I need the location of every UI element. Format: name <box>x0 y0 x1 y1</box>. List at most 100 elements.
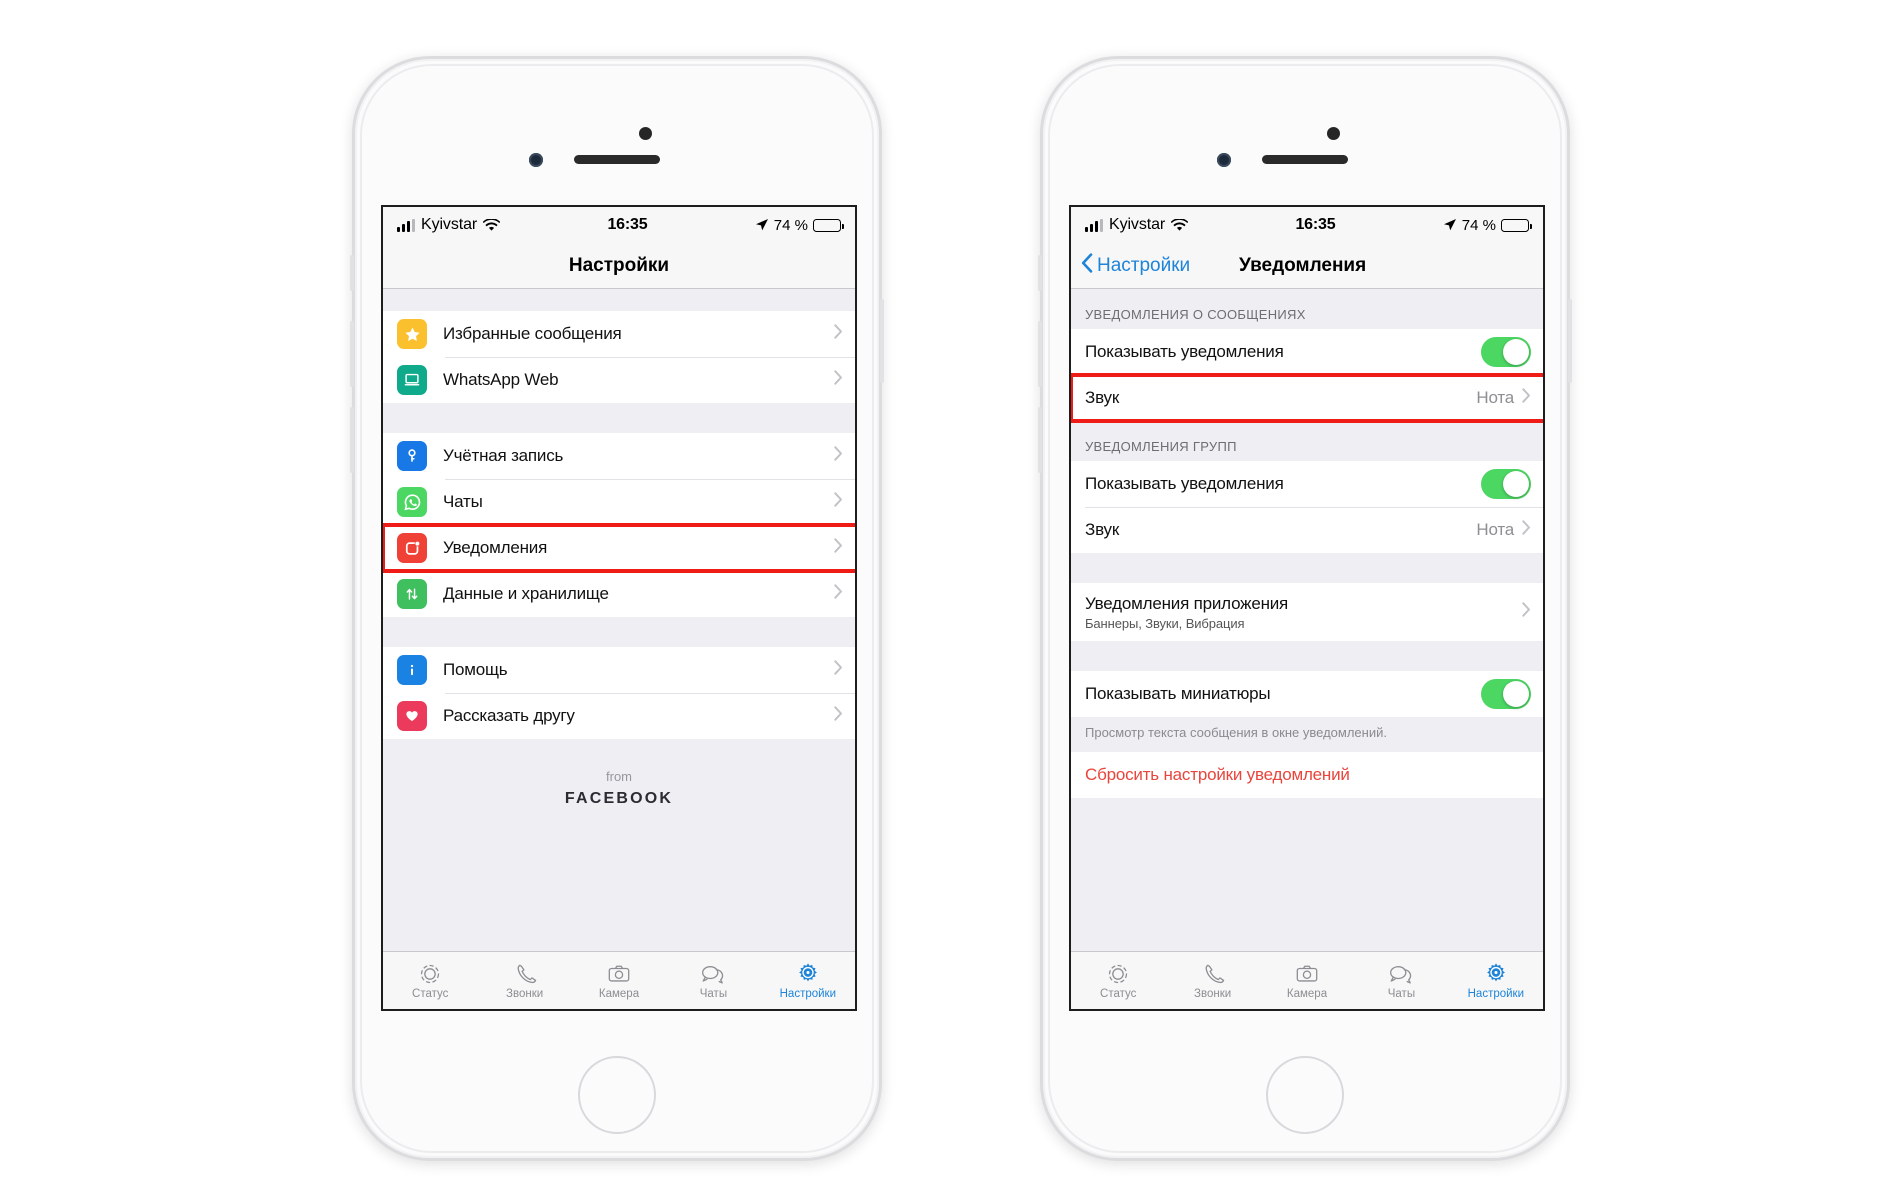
row-notifications[interactable]: Уведомления <box>383 525 855 571</box>
chat-bubbles-icon <box>700 962 726 986</box>
battery-percent-label: 74 % <box>1461 216 1496 234</box>
proximity-sensor-icon <box>529 153 543 167</box>
phone-handset-icon <box>513 962 537 986</box>
row-whatsapp-web[interactable]: WhatsApp Web <box>383 357 855 403</box>
row-help[interactable]: Помощь <box>383 647 855 693</box>
row-label: Звук <box>1085 520 1120 539</box>
toggle-show-previews[interactable] <box>1481 679 1531 709</box>
home-button[interactable] <box>1266 1056 1344 1134</box>
status-ring-icon <box>1106 962 1130 986</box>
chevron-right-icon <box>834 370 843 390</box>
volume-down-button[interactable] <box>350 407 354 473</box>
tab-calls[interactable]: Звонки <box>477 952 571 1009</box>
silent-switch[interactable] <box>350 255 354 291</box>
power-button[interactable] <box>880 299 884 383</box>
laptop-icon <box>397 365 427 395</box>
tab-status[interactable]: Статус <box>1071 952 1165 1009</box>
section-gap <box>1071 553 1543 583</box>
row-label: Показывать уведомления <box>1085 342 1284 361</box>
row-sound-messages[interactable]: Звук Нота <box>1071 375 1543 421</box>
tab-label: Чаты <box>699 987 728 1000</box>
back-button[interactable]: Настройки <box>1081 252 1190 279</box>
row-label: Рассказать другу <box>443 706 575 725</box>
row-reset-notification-settings[interactable]: Сбросить настройки уведомлений <box>1071 751 1543 798</box>
whatsapp-icon <box>397 487 427 517</box>
settings-section-1: Избранные сообщения WhatsApp Web <box>383 311 855 403</box>
tab-status[interactable]: Статус <box>383 952 477 1009</box>
row-label: Чаты <box>443 492 483 511</box>
section-app-notifications: Уведомления приложения Баннеры, Звуки, В… <box>1071 583 1543 641</box>
star-icon <box>397 319 427 349</box>
tab-label: Камера <box>1286 987 1328 1000</box>
status-bar: Kyivstar 16:35 74 % <box>383 207 855 243</box>
wifi-icon <box>483 218 501 232</box>
row-sublabel: Баннеры, Звуки, Вибрация <box>1085 615 1245 631</box>
battery-percent-label: 74 % <box>773 216 808 234</box>
cellular-bars-icon <box>1085 218 1103 232</box>
tab-label: Звонки <box>1194 987 1232 1000</box>
iphone-device-right: Kyivstar 16:35 74 % Настройки Уведомлени… <box>1038 56 1572 1161</box>
section-header-group-notifications: УВЕДОМЛЕНИЯ ГРУПП <box>1071 421 1543 461</box>
key-icon <box>397 441 427 471</box>
row-app-notifications[interactable]: Уведомления приложения Баннеры, Звуки, В… <box>1071 583 1543 641</box>
brand-footer: from FACEBOOK <box>383 739 855 808</box>
row-starred-messages[interactable]: Избранные сообщения <box>383 311 855 357</box>
row-label: Помощь <box>443 660 508 679</box>
carrier-label: Kyivstar <box>1109 216 1166 233</box>
tab-settings[interactable]: Настройки <box>1449 952 1543 1009</box>
tab-bar: Статус Звонки Камера Чаты Настройки <box>1071 951 1543 1009</box>
chevron-right-icon <box>834 584 843 604</box>
section-group-notifications: Показывать уведомления Звук Нота <box>1071 461 1543 553</box>
volume-up-button[interactable] <box>350 321 354 387</box>
toggle-show-notifications-groups[interactable] <box>1481 469 1531 499</box>
row-sound-groups[interactable]: Звук Нота <box>1071 507 1543 553</box>
silent-switch[interactable] <box>1038 255 1042 291</box>
gear-icon <box>1484 962 1508 986</box>
chevron-right-icon <box>834 538 843 558</box>
tab-calls[interactable]: Звонки <box>1165 952 1259 1009</box>
tab-chats[interactable]: Чаты <box>1354 952 1448 1009</box>
row-label: Уведомления приложения <box>1085 593 1289 613</box>
row-value: Нота <box>1476 520 1514 539</box>
row-label: Показывать миниатюры <box>1085 684 1271 703</box>
screen-left: Kyivstar 16:35 74 % Настройки Избранные … <box>381 205 857 1011</box>
volume-down-button[interactable] <box>1038 407 1042 473</box>
row-show-notifications-messages[interactable]: Показывать уведомления <box>1071 329 1543 375</box>
section-gap <box>383 289 855 311</box>
wifi-icon <box>1171 218 1189 232</box>
battery-icon <box>1501 218 1532 232</box>
settings-list: Избранные сообщения WhatsApp Web Учётная… <box>383 289 855 951</box>
proximity-sensor-icon <box>1217 153 1231 167</box>
chevron-right-icon <box>834 446 843 466</box>
row-label: Звук <box>1085 388 1120 407</box>
chevron-right-icon <box>834 660 843 680</box>
power-button[interactable] <box>1568 299 1572 383</box>
row-chats[interactable]: Чаты <box>383 479 855 525</box>
tab-camera[interactable]: Камера <box>1260 952 1354 1009</box>
tab-chats[interactable]: Чаты <box>666 952 760 1009</box>
tab-bar: Статус Звонки Камера Чаты Настройки <box>383 951 855 1009</box>
toggle-show-notifications-messages[interactable] <box>1481 337 1531 367</box>
page-title: Настройки <box>568 254 670 276</box>
heart-icon <box>397 701 427 731</box>
nav-bar: Настройки <box>383 243 855 289</box>
front-camera-icon <box>1327 127 1340 140</box>
tab-settings[interactable]: Настройки <box>761 952 855 1009</box>
row-show-previews[interactable]: Показывать миниатюры <box>1071 671 1543 717</box>
chat-bubbles-icon <box>1388 962 1414 986</box>
home-button[interactable] <box>578 1056 656 1134</box>
screenshot-canvas: Kyivstar 16:35 74 % Настройки Избранные … <box>0 0 1900 1204</box>
volume-up-button[interactable] <box>1038 321 1042 387</box>
row-show-notifications-groups[interactable]: Показывать уведомления <box>1071 461 1543 507</box>
row-storage-and-data[interactable]: Данные и хранилище <box>383 571 855 617</box>
row-account[interactable]: Учётная запись <box>383 433 855 479</box>
row-label: Уведомления <box>443 538 548 557</box>
settings-section-2: Учётная запись Чаты Уведомления Данные и… <box>383 433 855 617</box>
row-label: Учётная запись <box>443 446 564 465</box>
notifications-list: УВЕДОМЛЕНИЯ О СООБЩЕНИЯХ Показывать увед… <box>1071 289 1543 951</box>
gear-icon <box>796 962 820 986</box>
tab-camera[interactable]: Камера <box>572 952 666 1009</box>
chevron-right-icon <box>834 706 843 726</box>
earpiece-speaker <box>1262 155 1348 164</box>
row-tell-a-friend[interactable]: Рассказать другу <box>383 693 855 739</box>
